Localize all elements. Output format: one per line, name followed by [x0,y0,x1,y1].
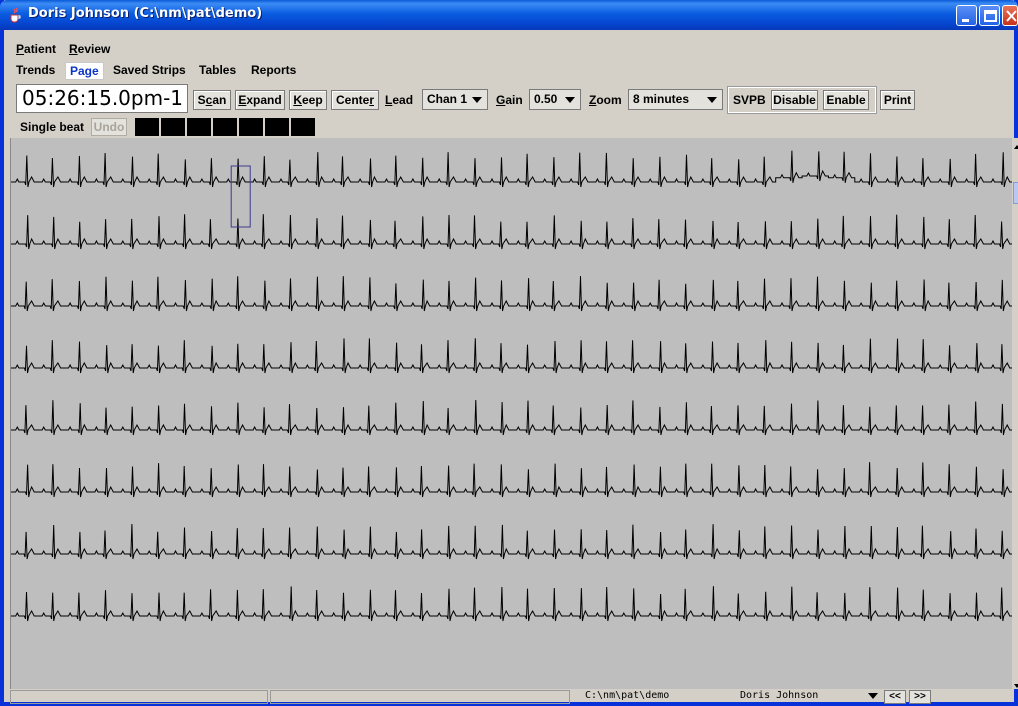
toolbar: 05:26:15.0pm-1 Scan Expand Keep Center L… [4,84,1014,114]
tab-page[interactable]: Page [65,62,104,80]
previous-button[interactable]: << [884,690,906,704]
ecg-strip-6[interactable] [11,462,1013,498]
single-beat-label: Single beat [20,120,85,134]
keep-button[interactable]: Keep [289,90,327,110]
scan-button[interactable]: Scan [193,90,231,110]
enable-button[interactable]: Enable [823,90,869,110]
beat-swatch[interactable] [265,118,289,136]
gain-value: 0.50 [534,92,558,106]
scroll-thumb[interactable] [1013,182,1018,204]
status-path: C:\nm\pat\demo [585,690,670,701]
vertical-scrollbar[interactable] [1012,138,1018,689]
status-cell-left [10,690,268,704]
arrow-up-icon [1014,145,1018,149]
beat-swatch[interactable] [161,118,185,136]
print-button[interactable]: Print [880,90,915,110]
status-bar: C:\nm\pat\demo Doris Johnson << >> [10,689,1014,704]
ecg-strip-3[interactable] [11,276,1013,312]
maximize-button[interactable] [979,5,1000,26]
ecg-strip-1[interactable] [11,150,1013,188]
lead-select[interactable]: Chan 1 [422,89,488,110]
menu-bar: Patient Review [4,30,1014,59]
minimize-icon [962,19,969,22]
scroll-up-button[interactable] [1012,138,1018,150]
title-bar[interactable]: Doris Johnson (C:\nm\pat\demo) [0,0,1018,30]
lead-value: Chan 1 [427,92,468,106]
window-title: Doris Johnson (C:\nm\pat\demo) [28,6,263,21]
ecg-strip-7[interactable] [11,523,1013,560]
ecg-display[interactable] [10,138,1013,689]
close-icon [1006,10,1017,22]
beat-swatch[interactable] [135,118,159,136]
ecg-strip-5[interactable] [11,399,1013,436]
svpb-group: SVPB Disable Enable [727,86,877,114]
ecg-traces[interactable] [11,138,1013,689]
beat-swatch[interactable] [239,118,263,136]
beat-swatch[interactable] [291,118,315,136]
app-window: Doris Johnson (C:\nm\pat\demo) Patient R… [0,0,1018,706]
patient-name: Doris Johnson [740,690,819,701]
chevron-down-icon [472,97,482,103]
chevron-down-icon [565,97,575,103]
ecg-strip-2[interactable] [11,214,1013,250]
chevron-down-icon [707,97,717,103]
close-button[interactable] [1002,5,1018,26]
center-button[interactable]: Center [331,90,379,110]
next-button[interactable]: >> [909,690,931,704]
tab-reports[interactable]: Reports [251,63,296,77]
menu-patient[interactable]: Patient [16,42,56,56]
selected-beat-box[interactable] [230,165,251,228]
ecg-strip-4[interactable] [11,338,1013,374]
menu-review[interactable]: Review [69,42,110,56]
tab-tables[interactable]: Tables [199,63,236,77]
status-cell-middle [270,690,570,704]
zoom-value: 8 minutes [633,92,690,106]
expand-button[interactable]: Expand [235,90,285,110]
gain-select[interactable]: 0.50 [529,89,581,110]
maximize-icon [984,10,997,22]
disable-button[interactable]: Disable [771,90,818,110]
tab-saved-strips[interactable]: Saved Strips [113,63,186,77]
minimize-button[interactable] [956,5,977,26]
scroll-down-button[interactable] [1012,677,1018,689]
zoom-select[interactable]: 8 minutes [628,89,723,110]
time-field[interactable]: 05:26:15.0pm-1 [16,84,188,113]
chevron-down-icon[interactable] [868,693,878,699]
ecg-strip-8[interactable] [11,586,1013,622]
gain-label: Gain [496,93,523,107]
svpb-label: SVPB [733,93,766,107]
tab-trends[interactable]: Trends [16,63,55,77]
patient-select[interactable]: Doris Johnson [720,690,850,704]
zoom-label: Zoom [589,93,622,107]
beat-swatch[interactable] [187,118,211,136]
undo-button[interactable]: Undo [91,118,127,136]
java-cup-icon [10,7,21,23]
lead-label: Lead [385,93,414,107]
beat-swatch[interactable] [213,118,237,136]
